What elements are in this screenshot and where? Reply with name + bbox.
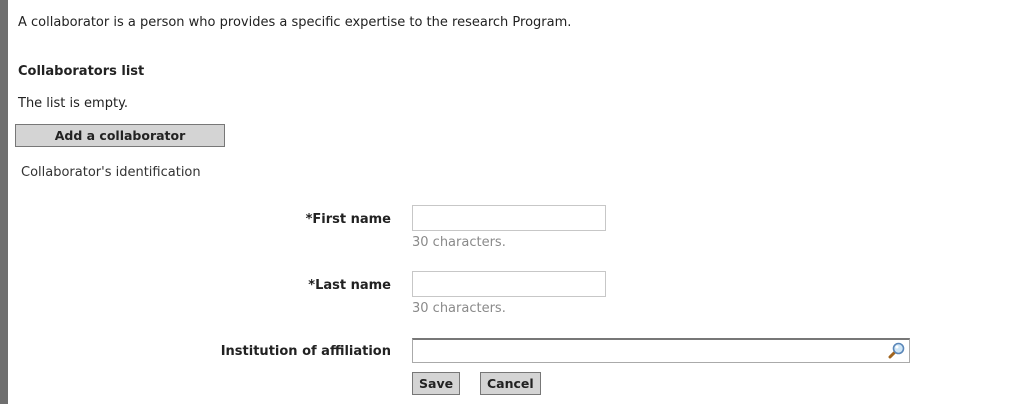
identification-heading: Collaborator's identification [21,165,201,180]
first-name-field[interactable] [412,205,606,231]
empty-list-message: The list is empty. [18,96,129,111]
main-content: A collaborator is a person who provides … [15,0,1031,404]
last-name-field[interactable] [412,271,606,297]
last-name-hint: 30 characters. [412,301,506,316]
first-name-label: *First name [305,212,391,227]
institution-field[interactable] [416,341,876,360]
collaborators-list-heading: Collaborators list [18,64,145,79]
first-name-hint: 30 characters. [412,235,506,250]
add-collaborator-button[interactable]: Add a collaborator [15,124,225,147]
magnifier-search-icon[interactable] [886,341,906,361]
institution-label: Institution of affiliation [220,344,391,359]
cancel-button[interactable]: Cancel [480,372,541,395]
last-name-label: *Last name [308,278,391,293]
left-border-bar [0,0,8,404]
save-button[interactable]: Save [412,372,461,395]
intro-text: A collaborator is a person who provides … [18,15,572,30]
institution-field-wrapper [412,338,910,363]
